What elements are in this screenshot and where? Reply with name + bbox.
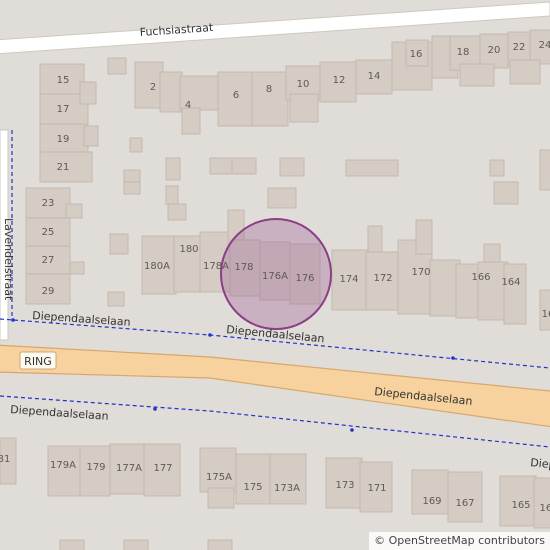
house-number: 179 xyxy=(86,462,105,473)
house-number: 172 xyxy=(373,273,392,284)
house-number: 163 xyxy=(539,503,550,514)
house-number: 177 xyxy=(153,463,172,474)
house-number: 167 xyxy=(455,498,474,509)
house-number: 29 xyxy=(42,286,55,297)
street-label-lavendelstraat: Lavendelstraat xyxy=(2,218,15,301)
map-canvas[interactable]: 2 4 6 8 10 12 14 16 18 20 22 24 15 17 19… xyxy=(0,0,550,550)
street-label-diependaalselaan: Diependaalselaan xyxy=(32,309,131,329)
house-number: 171 xyxy=(367,483,386,494)
house-number: 16 xyxy=(542,309,550,320)
house-number: 175 xyxy=(243,482,262,493)
house-number: 81 xyxy=(0,454,10,465)
house-number: 178A xyxy=(203,261,229,272)
house-number: 173 xyxy=(335,480,354,491)
house-number: 14 xyxy=(368,71,381,82)
house-number: 173A xyxy=(274,483,300,494)
house-number: 8 xyxy=(266,84,272,95)
house-number: 17 xyxy=(57,104,70,115)
street-label-diependaalselaan-cut: Diep xyxy=(530,456,550,471)
house-number: 23 xyxy=(42,198,55,209)
house-number: 22 xyxy=(513,42,526,53)
house-number: 25 xyxy=(42,227,55,238)
house-number: 165 xyxy=(511,500,530,511)
house-number: 16 xyxy=(410,49,423,60)
map-layer: 2 4 6 8 10 12 14 16 18 20 22 24 15 17 19… xyxy=(0,1,550,550)
map-attribution: © OpenStreetMap contributors xyxy=(369,532,550,550)
house-number: 21 xyxy=(57,162,70,173)
house-number: 180A xyxy=(144,261,170,272)
house-number: 174 xyxy=(339,274,358,285)
house-number: 2 xyxy=(150,82,156,93)
house-number: 27 xyxy=(42,255,55,266)
house-number: 19 xyxy=(57,134,70,145)
copyright-symbol: © xyxy=(374,534,386,547)
house-number: 170 xyxy=(411,267,430,278)
house-number: 10 xyxy=(297,79,310,90)
house-number: 179A xyxy=(50,460,76,471)
house-number: 164 xyxy=(501,277,520,288)
attribution-link[interactable]: OpenStreetMap contributors xyxy=(389,534,545,547)
house-number: 166 xyxy=(471,272,490,283)
ring-route-shield: RING xyxy=(19,351,57,370)
house-number: 6 xyxy=(233,90,239,101)
street-label-diependaalselaan: Diependaalselaan xyxy=(10,403,109,423)
house-number: 175A xyxy=(206,472,232,483)
ring-shield-label: RING xyxy=(24,355,52,368)
house-number: 176 xyxy=(295,273,314,284)
house-number: 15 xyxy=(57,75,70,86)
house-number: 20 xyxy=(488,45,501,56)
house-number: 12 xyxy=(333,75,346,86)
house-number: 4 xyxy=(185,100,191,111)
house-number: 178 xyxy=(234,262,253,273)
house-number: 24 xyxy=(539,40,550,51)
house-number: 177A xyxy=(116,463,142,474)
house-number: 18 xyxy=(457,47,470,58)
house-number: 180 xyxy=(179,244,198,255)
house-number: 169 xyxy=(422,496,441,507)
house-number: 176A xyxy=(262,271,288,282)
